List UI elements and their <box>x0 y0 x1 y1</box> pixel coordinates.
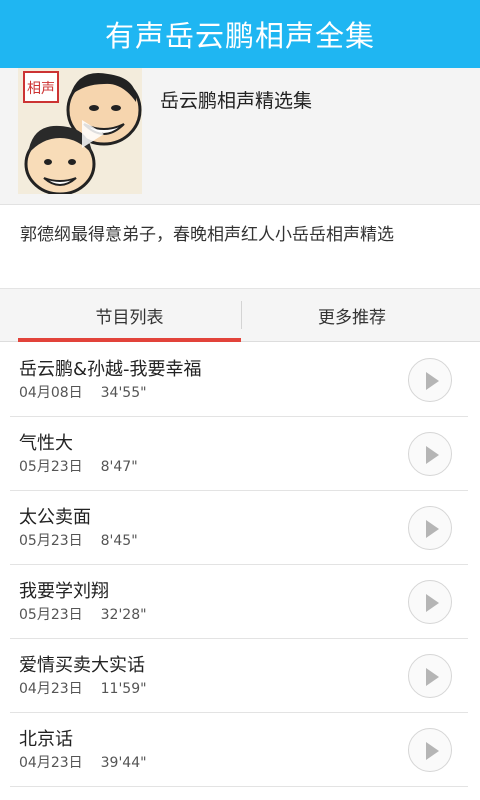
program-title: 我要学刘翔 <box>19 581 109 602</box>
play-icon <box>426 668 439 686</box>
program-duration: 11'59" <box>100 681 147 697</box>
album-cover[interactable]: 相声 <box>18 68 142 194</box>
play-button[interactable] <box>408 358 452 402</box>
program-title: 北京话 <box>19 729 73 750</box>
play-button[interactable] <box>408 654 452 698</box>
list-item[interactable]: 太公卖面 05月23日 8'45" <box>10 491 468 565</box>
play-icon <box>426 372 439 390</box>
program-date: 04月23日 <box>19 755 83 771</box>
list-item[interactable]: 爱情买卖大实话 04月23日 11'59" <box>10 639 468 713</box>
svg-text:相声: 相声 <box>27 81 55 97</box>
program-duration: 32'28" <box>100 607 147 623</box>
active-tab-indicator <box>18 338 241 342</box>
tab-label: 更多推荐 <box>318 307 386 328</box>
program-date: 05月23日 <box>19 607 83 623</box>
program-list: 岳云鹏&孙越-我要幸福 04月08日 34'55" 气性大 05月23日 8'47"… <box>0 343 480 800</box>
title-bar: 有声岳云鹏相声全集 <box>0 0 480 68</box>
program-duration: 8'47" <box>100 459 138 475</box>
program-meta: 04月08日 34'55" <box>19 382 147 402</box>
tab-bar: 节目列表 更多推荐 <box>0 288 480 342</box>
program-title: 气性大 <box>19 433 73 454</box>
program-duration: 39'44" <box>100 755 147 771</box>
program-meta: 05月23日 8'47" <box>19 456 138 476</box>
play-button[interactable] <box>408 580 452 624</box>
program-date: 04月23日 <box>19 681 83 697</box>
list-item[interactable]: 岳云鹏&孙越-我要幸福 04月08日 34'55" <box>10 343 468 417</box>
play-button[interactable] <box>408 728 452 772</box>
list-item[interactable]: 我要学刘翔 05月23日 32'28" <box>10 565 468 639</box>
program-title: 岳云鹏&孙越-我要幸福 <box>19 359 202 380</box>
play-button[interactable] <box>408 506 452 550</box>
program-meta: 04月23日 11'59" <box>19 678 147 698</box>
program-date: 05月23日 <box>19 459 83 475</box>
program-duration: 8'45" <box>100 533 138 549</box>
comedian-caricature-icon: 相声 <box>18 68 142 194</box>
tab-label: 节目列表 <box>95 307 164 328</box>
play-icon <box>426 594 439 612</box>
play-icon <box>426 446 439 464</box>
program-title: 太公卖面 <box>19 507 91 528</box>
album-description-area: 郭德纲最得意弟子，春晚相声红人小岳岳相声精选 <box>0 206 480 288</box>
program-duration: 34'55" <box>100 385 147 401</box>
album-header: 相声 岳云鹏相声精选集 <box>0 68 480 205</box>
program-meta: 05月23日 32'28" <box>19 604 147 624</box>
album-title: 岳云鹏相声精选集 <box>160 90 313 112</box>
list-item[interactable]: 气性大 05月23日 8'47" <box>10 417 468 491</box>
list-item[interactable]: 北京话 04月23日 39'44" <box>10 713 468 787</box>
program-meta: 05月23日 8'45" <box>19 530 138 550</box>
album-description: 郭德纲最得意弟子，春晚相声红人小岳岳相声精选 <box>20 225 394 245</box>
play-icon <box>426 742 439 760</box>
program-date: 04月08日 <box>19 385 83 401</box>
program-meta: 04月23日 39'44" <box>19 752 147 772</box>
tab-more-recommendations[interactable]: 更多推荐 <box>242 289 462 341</box>
tab-program-list[interactable]: 节目列表 <box>18 289 241 341</box>
app-title: 有声岳云鹏相声全集 <box>104 19 375 53</box>
program-date: 05月23日 <box>19 533 83 549</box>
play-button[interactable] <box>408 432 452 476</box>
play-icon <box>426 520 439 538</box>
program-title: 爱情买卖大实话 <box>19 655 145 676</box>
